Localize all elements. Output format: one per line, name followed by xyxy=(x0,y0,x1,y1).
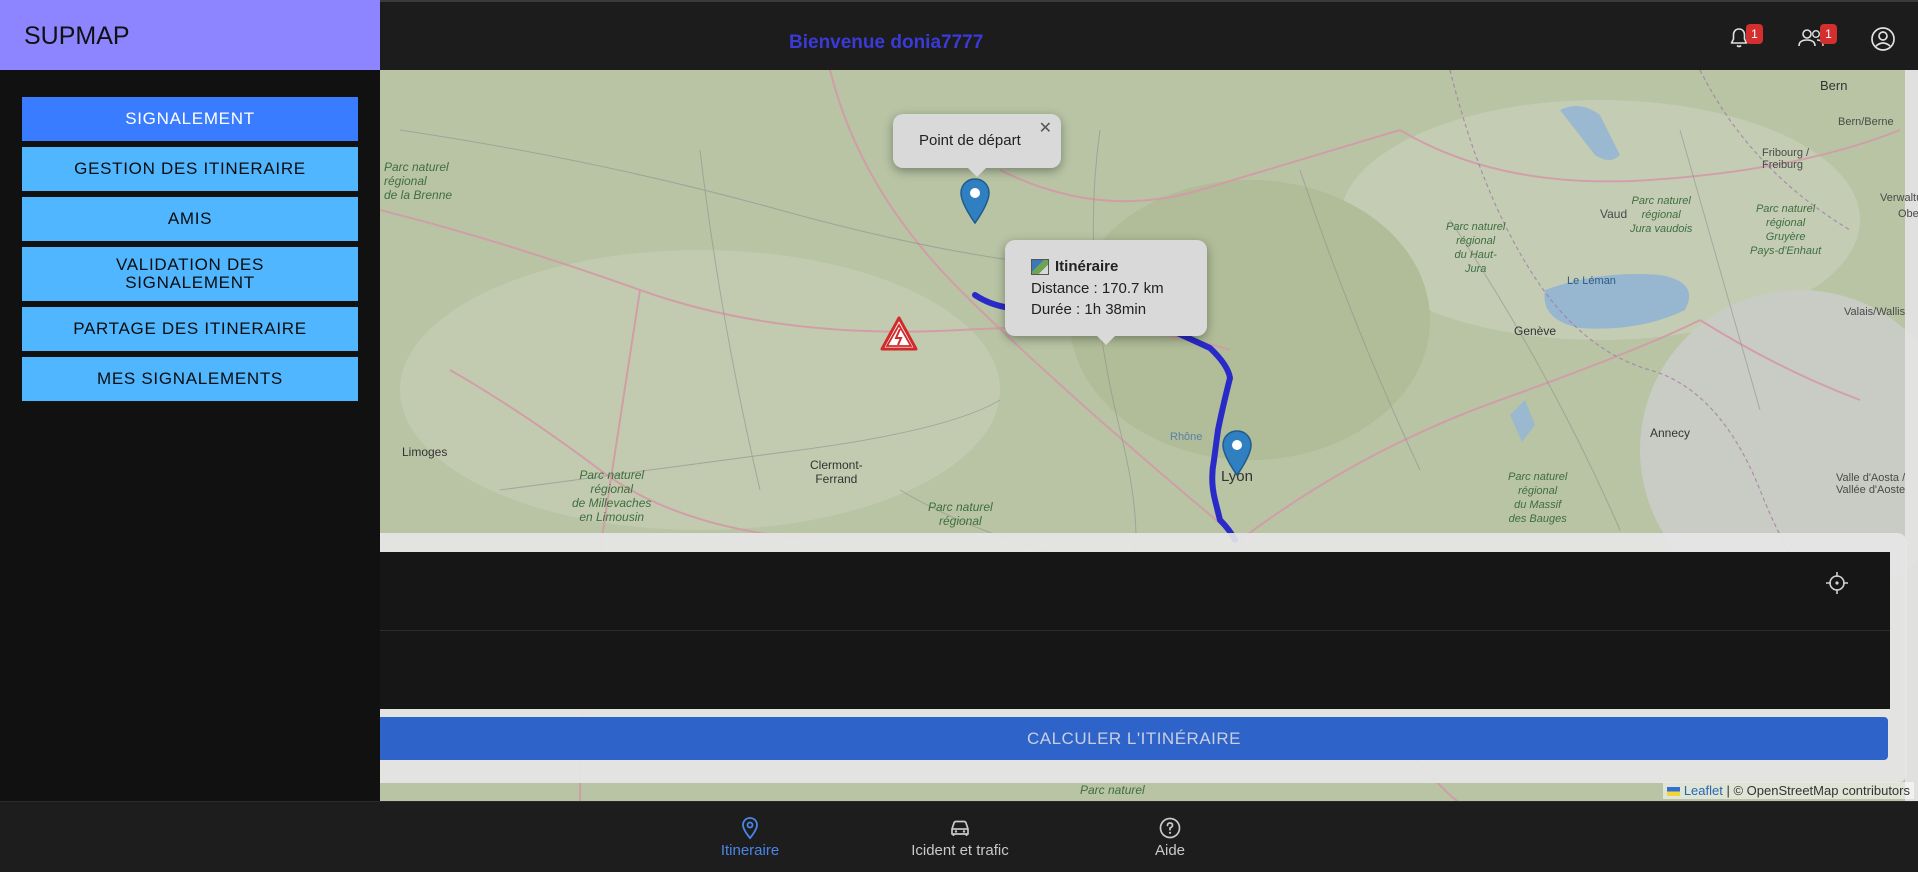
map-label-fribourg: Fribourg / Freiburg xyxy=(1762,147,1810,171)
start-address-field[interactable] xyxy=(380,552,1890,631)
map-label-leman: Le Léman xyxy=(1567,275,1616,287)
location-pin-icon xyxy=(960,178,990,225)
sidebar: SUPMAP SIGNALEMENT GESTION DES ITINERAIR… xyxy=(0,0,380,801)
help-circle-icon xyxy=(1159,817,1181,839)
leaflet-link[interactable]: Leaflet xyxy=(1684,783,1723,798)
friend-requests-button[interactable]: 1 xyxy=(1797,24,1837,52)
route-distance: Distance : 170.7 km xyxy=(1031,280,1164,297)
map-label-obe: Obe xyxy=(1898,208,1918,220)
map-label-park-livradois: Parc naturel régional xyxy=(928,500,993,528)
map-label-annecy: Annecy xyxy=(1650,426,1691,440)
osm-attribution: | © OpenStreetMap contributors xyxy=(1726,783,1911,798)
sidebar-item-mes-signalements[interactable]: MES SIGNALEMENTS xyxy=(22,357,358,401)
sidebar-item-validation-signalement[interactable]: VALIDATION DES SIGNALEMENT xyxy=(22,247,358,301)
map-label-park-haut-jura: Parc naturel régional du Haut- Jura xyxy=(1446,221,1506,275)
map-label-geneve: Genève xyxy=(1514,324,1557,338)
nav-aide[interactable]: Aide xyxy=(1090,802,1250,872)
nav-incident-trafic[interactable]: Icident et trafic xyxy=(880,802,1040,872)
route-duration: Durée : 1h 38min xyxy=(1031,301,1147,318)
welcome-text: Bienvenue donia7777 xyxy=(789,32,984,53)
route-popup: Itinéraire Distance : 170.7 km Durée : 1… xyxy=(1005,240,1207,345)
nav-aide-label: Aide xyxy=(1154,842,1186,859)
account-circle-icon xyxy=(1871,27,1895,51)
start-popup-text: Point de départ xyxy=(919,132,1021,149)
map-label-vaud: Vaud xyxy=(1600,207,1628,221)
end-marker[interactable] xyxy=(1222,430,1252,477)
car-icon xyxy=(951,820,969,836)
map-label-verwaltu: Verwaltu xyxy=(1880,192,1918,204)
ukraine-flag-icon xyxy=(1667,787,1681,797)
map-label-park-millevaches: Parc naturel régional de Millevaches en … xyxy=(572,468,652,524)
sidebar-item-gestion-itineraire[interactable]: GESTION DES ITINERAIRE xyxy=(22,147,358,191)
friend-requests-badge: 1 xyxy=(1820,24,1837,44)
location-pin-icon xyxy=(1222,430,1252,477)
sidebar-item-signalement[interactable]: SIGNALEMENT xyxy=(22,97,358,141)
start-popup: Point de départ ✕ xyxy=(893,114,1061,177)
map-label-park-jura-vaudois: Parc naturel régional Jura vaudois xyxy=(1630,195,1693,235)
map-icon xyxy=(1031,258,1049,275)
brand-title: SUPMAP xyxy=(0,0,380,70)
map-label-rhone: Rhône xyxy=(1170,431,1203,443)
map-label-bern: Bern xyxy=(1820,78,1848,93)
close-icon[interactable]: ✕ xyxy=(1039,118,1052,138)
sidebar-item-amis[interactable]: AMIS xyxy=(22,197,358,241)
sidebar-item-partage-itineraire[interactable]: PARTAGE DES ITINERAIRE xyxy=(22,307,358,351)
nav-incident-label: Icident et trafic xyxy=(911,842,1009,859)
calculate-route-button[interactable]: CALCULER L'ITINÉRAIRE xyxy=(380,717,1888,760)
account-button[interactable] xyxy=(1870,26,1900,52)
map-label-park-gruyere: Parc naturel régional Gruyère Pays-d'Enh… xyxy=(1750,203,1822,257)
map-label-valais: Valais/Wallis xyxy=(1844,306,1906,318)
map-label-clermont: Clermont- Ferrand xyxy=(810,458,863,486)
route-popup-title: Itinéraire xyxy=(1055,258,1119,275)
incident-marker[interactable] xyxy=(880,316,918,352)
map-label-park-brenne: Parc naturel régional de la Brenne xyxy=(384,160,453,202)
crosshair-icon[interactable] xyxy=(1824,570,1850,596)
destination-address-field[interactable] xyxy=(380,631,1890,709)
location-pin-icon xyxy=(742,817,758,840)
nav-itineraire-label: Itineraire xyxy=(720,842,780,859)
map-label-aosta: Valle d'Aosta / Vallée d'Aoste xyxy=(1836,472,1906,496)
nav-itineraire[interactable]: Itineraire xyxy=(670,802,830,872)
map-label-bern-berne: Bern/Berne xyxy=(1838,116,1894,128)
start-marker[interactable] xyxy=(960,178,990,225)
warning-icon xyxy=(880,316,918,351)
map-label-limoges: Limoges xyxy=(402,445,448,459)
notifications-button[interactable]: 1 xyxy=(1727,24,1763,52)
map-label-park-bauges: Parc naturel régional du Massif des Baug… xyxy=(1508,471,1568,525)
map-attribution: Leaflet | © OpenStreetMap contributors xyxy=(1663,782,1914,799)
map-label-park-bottom: Parc naturel xyxy=(1080,783,1145,797)
bottom-navigation: Itineraire Icident et trafic Aide xyxy=(0,801,1918,872)
notifications-badge: 1 xyxy=(1746,24,1763,44)
